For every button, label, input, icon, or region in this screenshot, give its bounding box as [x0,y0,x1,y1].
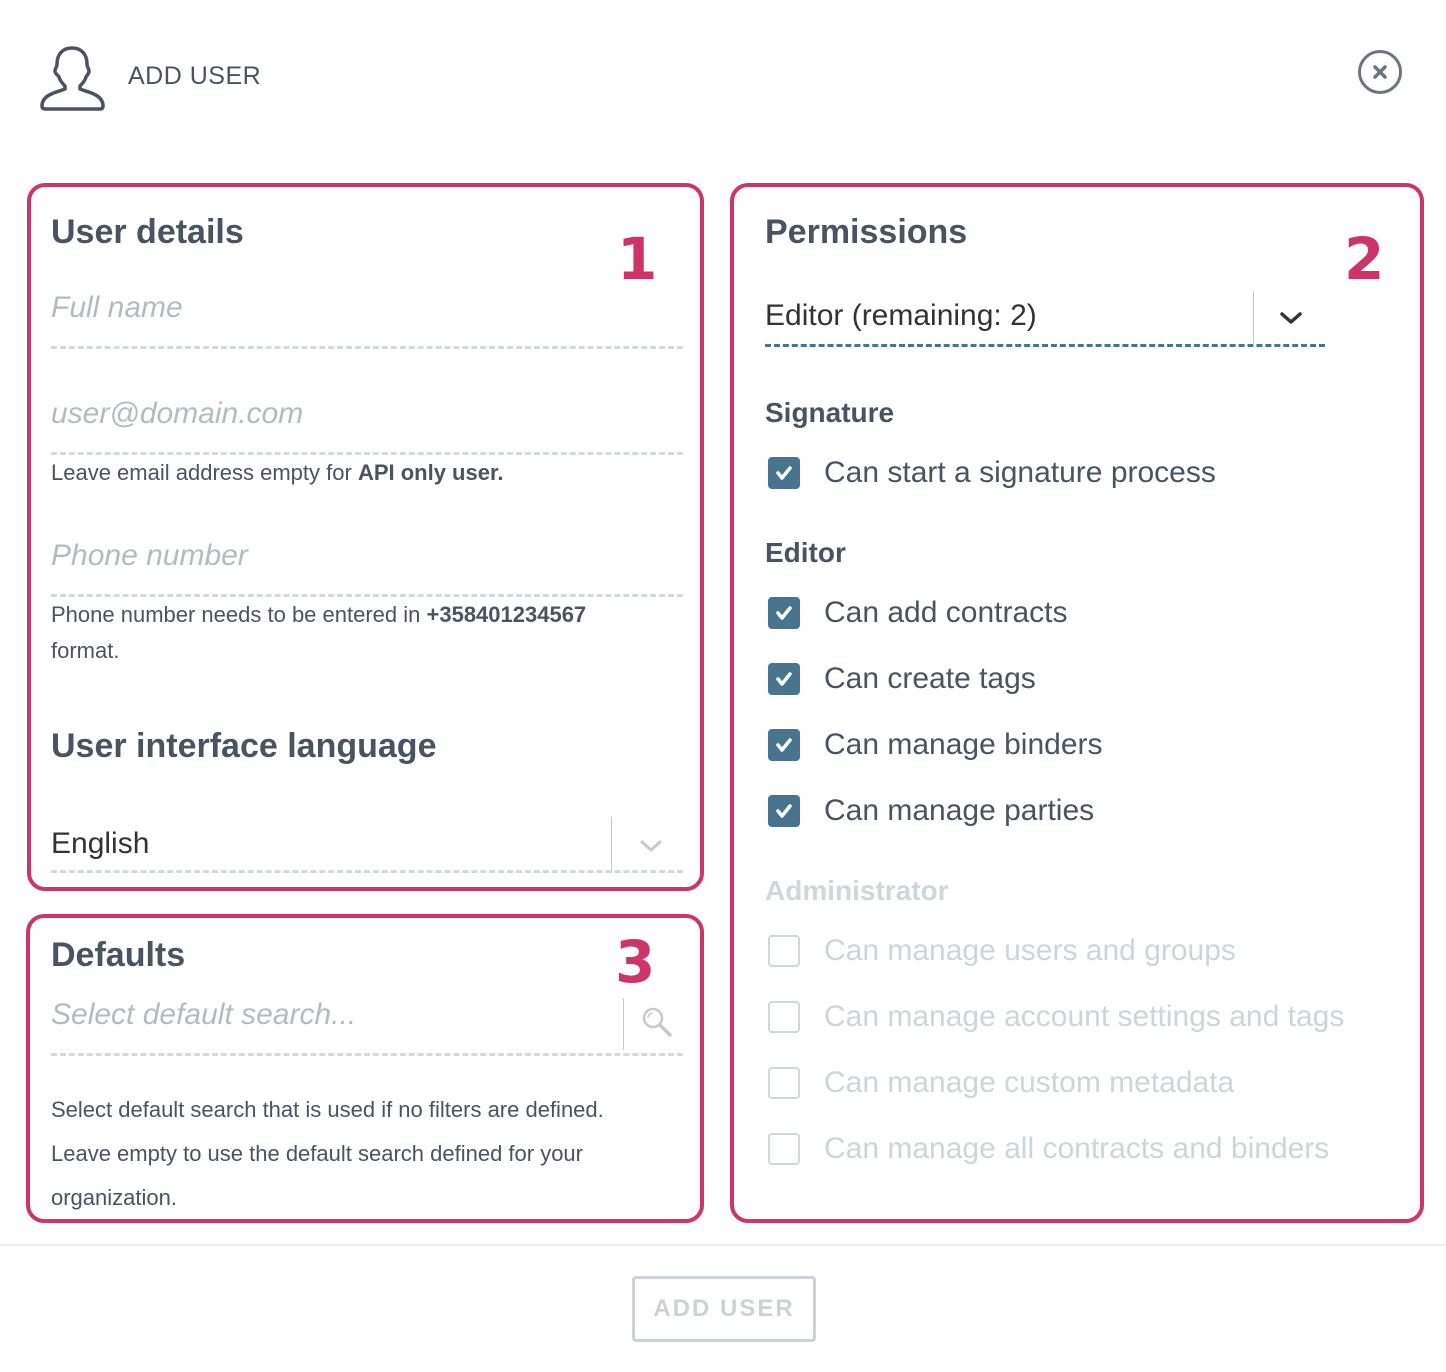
role-select[interactable]: Editor (remaining: 2) [765,291,1325,347]
checkbox-unchecked [768,1001,800,1033]
language-select[interactable]: English [51,817,683,873]
checkbox-checked[interactable] [768,729,800,761]
permission-label: Can add contracts [824,596,1068,629]
permission-checkbox-disabled: Can manage all contracts and binders [768,1129,1329,1169]
defaults-help-line-2: Leave empty to use the default search de… [51,1141,583,1166]
defaults-help-line-1: Select default search that is used if no… [51,1097,604,1122]
phone-help-prefix: Phone number needs to be entered in [51,602,427,627]
defaults-help-line-3: organization. [51,1185,177,1210]
search-icon[interactable] [641,1006,673,1038]
search-divider [623,998,624,1050]
language-value: English [51,827,150,860]
check-icon [776,606,792,620]
checkbox-unchecked [768,1067,800,1099]
permission-label: Can manage account settings and tags [824,1000,1345,1033]
checkbox-unchecked [768,935,800,967]
role-value: Editor (remaining: 2) [765,299,1037,332]
section-badge-2: 2 [1344,225,1385,293]
permission-checkbox[interactable]: Can manage binders [768,725,1103,765]
select-divider [1253,291,1254,347]
email-help-text: Leave email address empty for API only u… [51,455,503,491]
permission-checkbox-disabled: Can manage custom metadata [768,1063,1234,1103]
permissions-title: Permissions [765,213,968,251]
phone-input[interactable] [51,539,683,573]
email-field [51,397,683,455]
check-icon [776,466,792,480]
phone-field [51,539,683,597]
section-badge-3: 3 [615,928,656,996]
checkbox-checked[interactable] [768,663,800,695]
section-badge-1: 1 [617,225,658,293]
permission-label: Can manage custom metadata [824,1066,1235,1099]
dialog-header: ADD USER [0,0,1446,160]
default-search-input[interactable] [51,998,611,1032]
permission-checkbox[interactable]: Can create tags [768,659,1036,699]
group-title-signature: Signature [765,397,895,428]
group-title-administrator: Administrator [765,875,949,906]
group-title-editor: Editor [765,537,846,568]
phone-help-suffix: format. [51,638,120,663]
user-details-panel: User details 1 Leave email address empty… [27,183,704,891]
permission-checkbox[interactable]: Can add contracts [768,593,1067,633]
default-search-field [51,998,683,1056]
checkbox-checked[interactable] [768,795,800,827]
checkbox-checked[interactable] [768,457,800,489]
check-icon [776,672,792,686]
permission-label: Can manage users and groups [824,934,1236,967]
close-icon [1373,65,1387,79]
permission-label: Can manage binders [824,728,1103,761]
user-details-title: User details [51,213,244,251]
add-user-button[interactable]: ADD USER [632,1276,816,1342]
permission-checkbox-disabled: Can manage account settings and tags [768,997,1344,1037]
dialog-title: ADD USER [128,62,262,90]
permission-checkbox[interactable]: Can manage parties [768,791,1094,831]
checkbox-checked[interactable] [768,597,800,629]
chevron-down-icon [640,840,662,852]
check-icon [776,738,792,752]
user-icon [40,46,105,111]
full-name-input[interactable] [51,291,683,325]
checkbox-unchecked [768,1133,800,1165]
language-title: User interface language [51,727,437,765]
permission-label: Can create tags [824,662,1036,695]
email-input[interactable] [51,397,683,431]
full-name-field [51,291,683,349]
defaults-panel: Defaults 3 Select default search that is… [26,914,704,1223]
defaults-title: Defaults [51,936,186,974]
select-divider [611,817,612,873]
check-icon [776,804,792,818]
close-button[interactable] [1358,50,1402,94]
phone-help-bold: +358401234567 [426,602,587,627]
chevron-down-icon [1280,312,1302,324]
email-help-prefix: Leave email address empty for [51,460,358,485]
permission-checkbox-disabled: Can manage users and groups [768,931,1236,971]
permission-label: Can start a signature process [824,456,1216,489]
defaults-help-text: Select default search that is used if no… [51,1088,604,1220]
phone-help-text: Phone number needs to be entered in +358… [51,597,671,669]
permission-label: Can manage all contracts and binders [824,1132,1330,1165]
email-help-bold: API only user. [357,460,504,485]
permission-label: Can manage parties [824,794,1095,827]
permissions-panel: Permissions 2 Editor (remaining: 2) Sign… [730,183,1424,1223]
permission-checkbox[interactable]: Can start a signature process [768,453,1216,493]
